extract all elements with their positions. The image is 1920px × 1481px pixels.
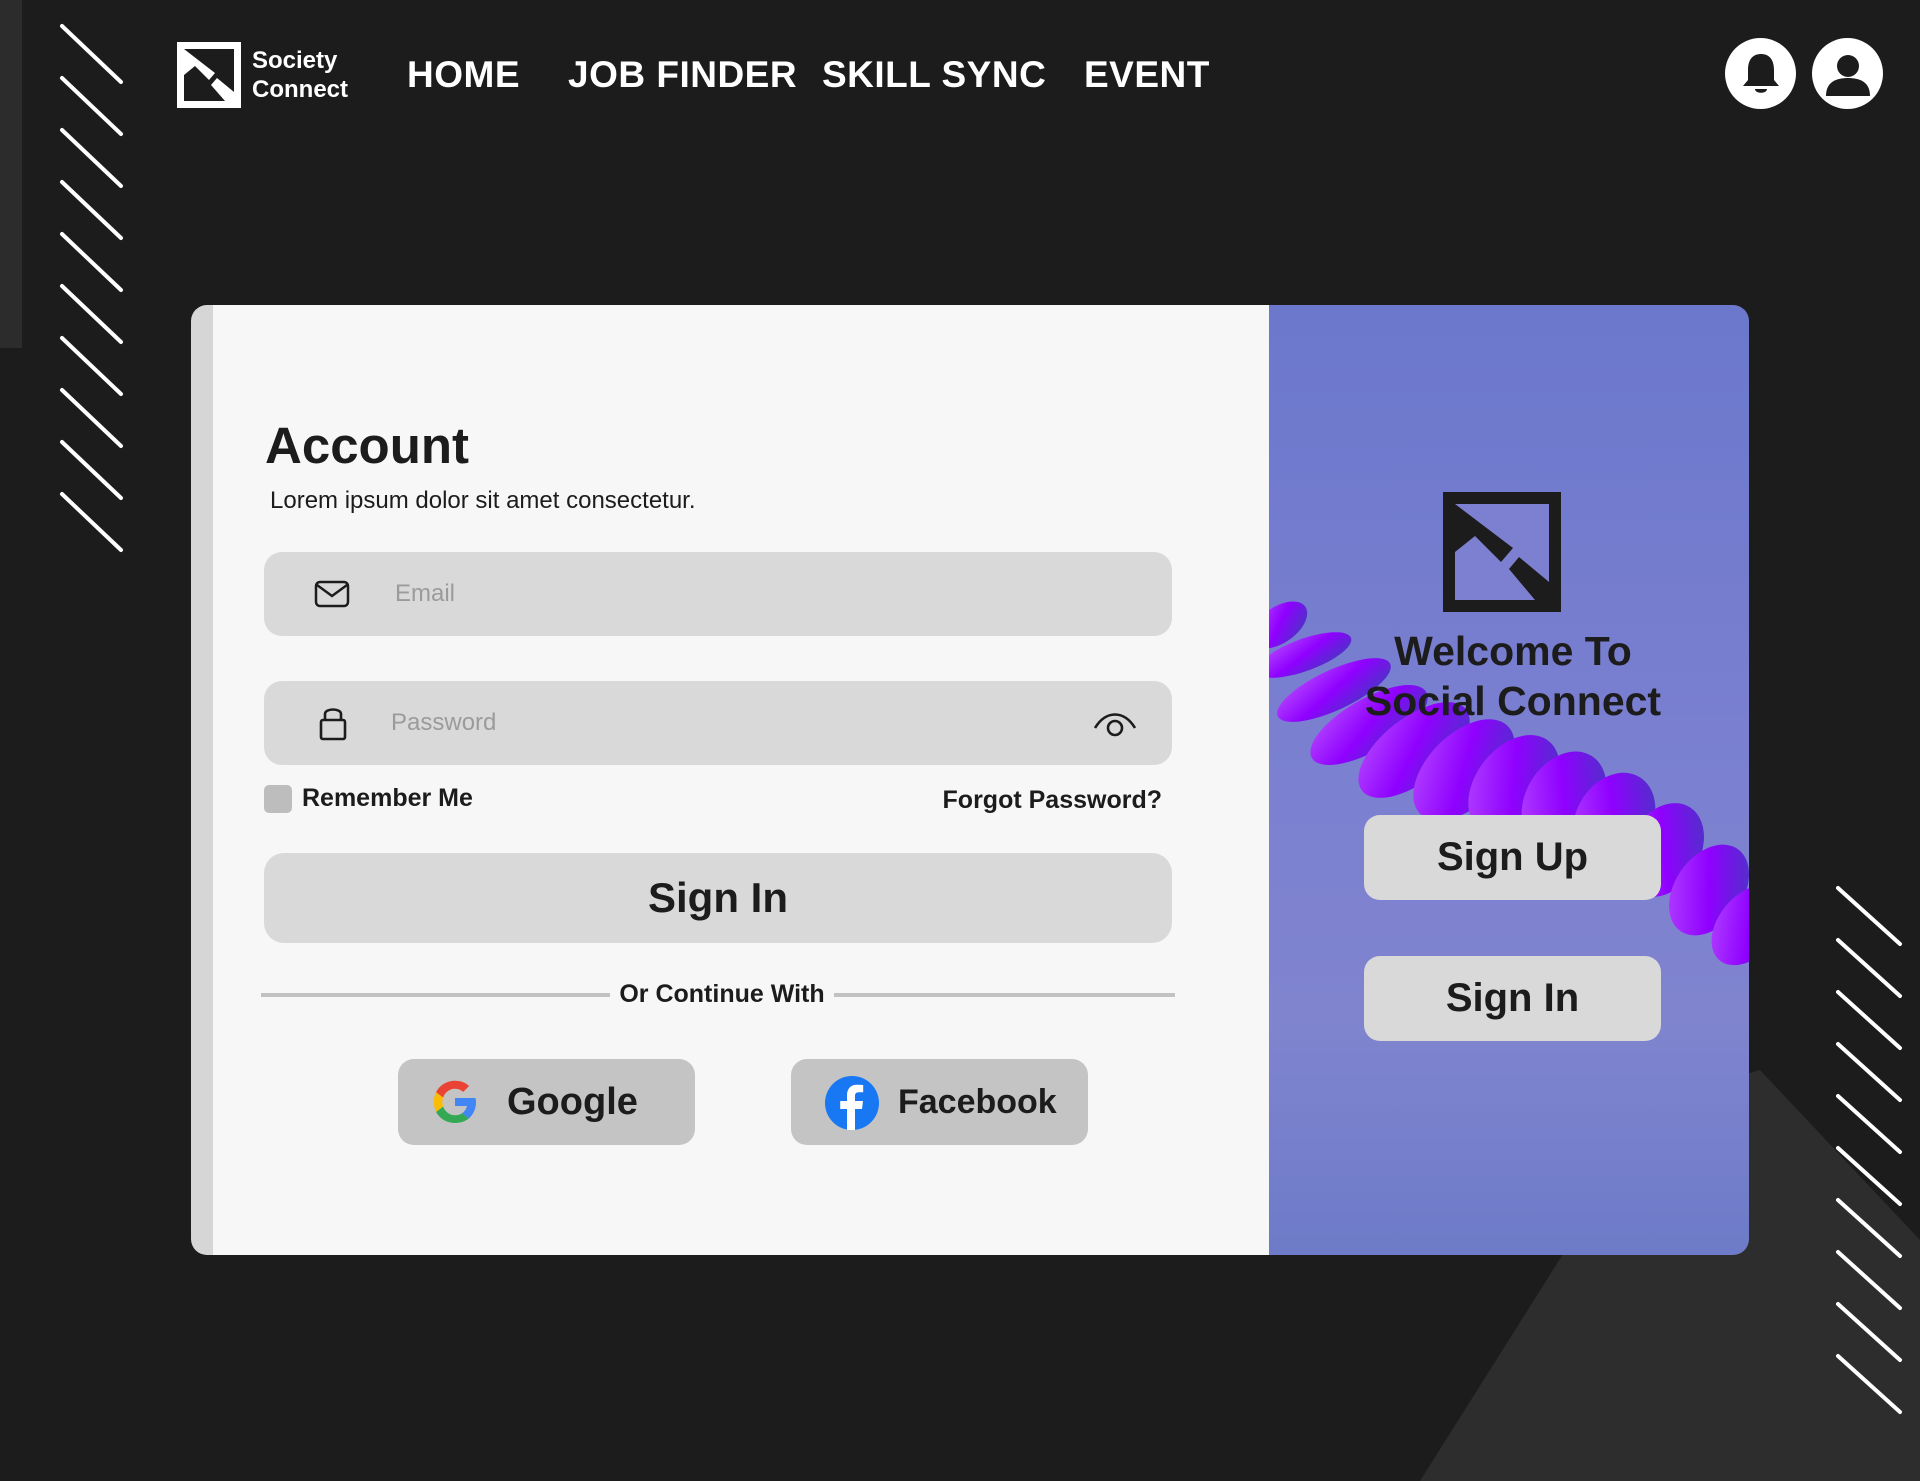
- profile-button[interactable]: [1812, 38, 1883, 109]
- password-field[interactable]: [264, 681, 1172, 765]
- welcome-title-line1: Welcome To: [1394, 628, 1632, 674]
- facebook-icon: [825, 1076, 879, 1130]
- lock-icon: [318, 681, 348, 765]
- brand-name-line2: Connect: [252, 76, 348, 103]
- remember-me-checkbox[interactable]: [264, 784, 292, 813]
- google-login-button[interactable]: Google: [398, 1059, 695, 1145]
- panel-sign-in-button[interactable]: Sign In: [1364, 956, 1661, 1041]
- nav-home[interactable]: HOME: [407, 54, 520, 96]
- sign-up-button[interactable]: Sign Up: [1364, 815, 1661, 900]
- welcome-panel: [1269, 305, 1749, 1255]
- welcome-title: Welcome To Social Connect: [1330, 626, 1696, 726]
- mail-icon: [314, 552, 350, 636]
- nav-event[interactable]: EVENT: [1084, 54, 1210, 96]
- login-subtitle: Lorem ipsum dolor sit amet consectetur.: [270, 487, 696, 514]
- brand-name-line1: Society: [252, 47, 338, 74]
- brand-logo[interactable]: Society Connect: [177, 42, 348, 108]
- login-title: Account: [265, 417, 469, 474]
- facebook-login-button[interactable]: Facebook: [791, 1059, 1088, 1145]
- google-label: Google: [507, 1081, 638, 1123]
- user-icon: [1825, 54, 1870, 96]
- sign-in-button[interactable]: Sign In: [264, 853, 1172, 943]
- brand-logo-icon: [177, 42, 241, 108]
- forgot-password-link[interactable]: Forgot Password?: [943, 786, 1162, 815]
- nav-skill-sync[interactable]: SKILL SYNC: [822, 54, 1046, 96]
- brand-name: Society Connect: [252, 46, 348, 104]
- bell-icon: [1742, 53, 1779, 93]
- facebook-label: Facebook: [898, 1083, 1057, 1121]
- divider-label: Or Continue With: [619, 980, 825, 1008]
- notifications-button[interactable]: [1725, 38, 1796, 109]
- welcome-title-line2: Social Connect: [1364, 678, 1662, 724]
- eye-icon[interactable]: [1092, 681, 1138, 765]
- google-icon: [433, 1080, 476, 1123]
- password-input[interactable]: [391, 681, 1031, 765]
- divider-line-right: [834, 993, 1175, 997]
- decorative-stripes-right: [1836, 886, 1902, 1414]
- decorative-ribbon: [1269, 601, 1749, 966]
- nav-job-finder[interactable]: JOB FINDER: [568, 54, 797, 96]
- top-navigation: Society Connect HOME JOB FINDER SKILL SY…: [0, 0, 1920, 150]
- remember-me-toggle[interactable]: Remember Me: [264, 784, 473, 813]
- remember-me-label: Remember Me: [302, 784, 473, 812]
- divider-line-left: [261, 993, 610, 997]
- email-input[interactable]: [395, 552, 1035, 636]
- panel-logo-icon: [1443, 492, 1561, 612]
- email-field[interactable]: [264, 552, 1172, 636]
